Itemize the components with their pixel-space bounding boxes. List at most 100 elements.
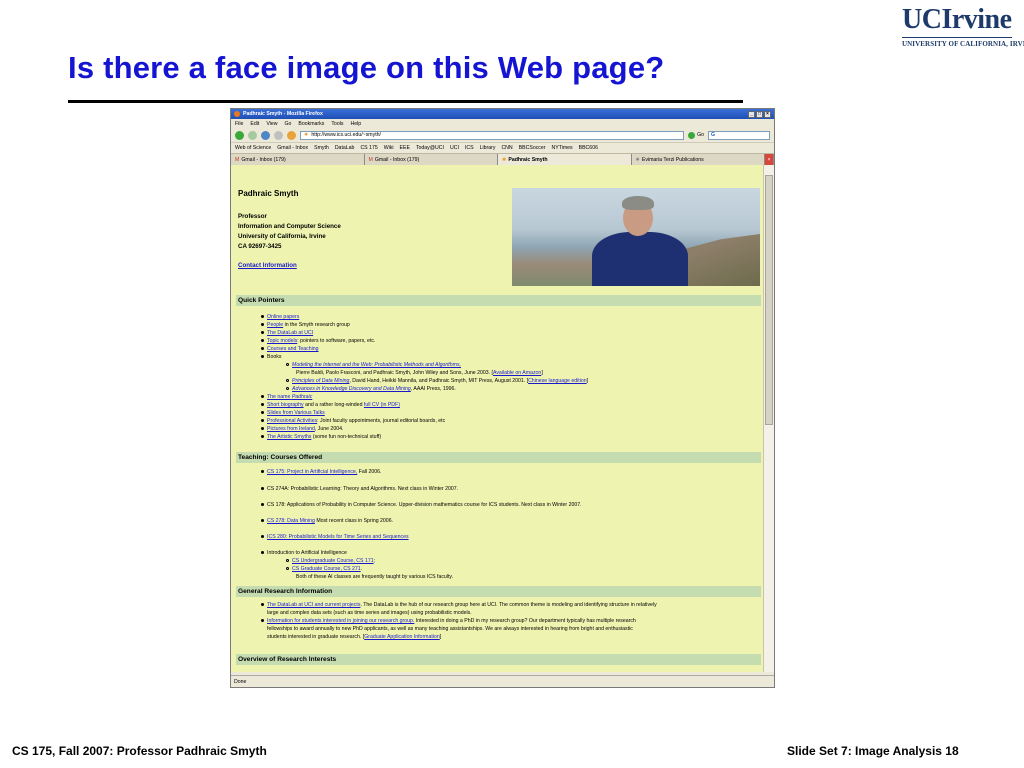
- bookmark-item[interactable]: BBCSoccer: [519, 145, 546, 151]
- slide-title: Is there a face image on this Web page?: [68, 50, 665, 85]
- search-box[interactable]: G: [708, 130, 770, 140]
- tab-label: Gmail - Inbox (179): [241, 157, 286, 163]
- address-line: CA 92697-3425: [238, 243, 282, 250]
- bookmark-item[interactable]: Library: [480, 145, 496, 151]
- list-item: Modeling the Internet and the Web: Proba…: [286, 362, 461, 370]
- menu-bar: File Edit View Go Bookmarks Tools Help: [231, 119, 774, 128]
- status-bar: Done: [231, 675, 774, 687]
- page-content: Padhraic Smyth Professor Information and…: [231, 165, 763, 672]
- page-heading: Padhraic Smyth: [238, 189, 299, 198]
- home-icon[interactable]: [287, 130, 296, 140]
- bookmark-item[interactable]: NYTimes: [552, 145, 573, 151]
- section-quick-pointers: Quick Pointers: [236, 295, 761, 306]
- list-item: Short biography and a rather long-winded…: [261, 402, 400, 410]
- menu-edit[interactable]: Edit: [250, 121, 259, 127]
- go-icon: [688, 131, 696, 139]
- tab-label: Gmail - Inbox (179): [374, 157, 420, 163]
- window-controls: _ □ ×: [748, 110, 771, 118]
- menu-file[interactable]: File: [235, 121, 243, 127]
- gmail-icon: M: [235, 157, 240, 163]
- list-item: The DataLab at UCI: [261, 330, 313, 338]
- back-icon[interactable]: [235, 130, 244, 140]
- list-item: CS 274A: Probabilistic Learning: Theory …: [261, 486, 458, 494]
- bookmark-item[interactable]: Wiki: [384, 145, 394, 151]
- bookmark-item[interactable]: DataLab: [335, 145, 355, 151]
- list-item: The name Padhraic: [261, 394, 312, 402]
- list-item: CS 178: Applications of Probability in C…: [261, 502, 582, 510]
- gmail-icon: M: [368, 157, 373, 163]
- list-item: Information for students interested in j…: [261, 618, 636, 626]
- status-text: Done: [234, 678, 247, 685]
- face-photo: [512, 188, 760, 286]
- forward-icon[interactable]: [248, 130, 257, 140]
- browser-screenshot: Padhraic Smyth - Mozilla Firefox _ □ × F…: [230, 108, 775, 688]
- list-item: Courses and Teaching: [261, 346, 319, 354]
- menu-view[interactable]: View: [266, 121, 277, 127]
- section-teaching: Teaching: Courses Offered: [236, 452, 761, 463]
- list-item: Books: [261, 354, 281, 362]
- list-item: CS 175: Project in Artificial Intelligen…: [261, 469, 381, 477]
- firefox-icon: [234, 111, 240, 117]
- list-item: CS 278: Data Mining Most recent class in…: [261, 518, 393, 526]
- maximize-icon[interactable]: □: [756, 110, 763, 118]
- logo-divider: [902, 37, 1012, 38]
- url-text: http://www.ics.uci.edu/~smyth/: [311, 132, 381, 138]
- list-item: CS Graduate Course, CS 271.: [286, 566, 362, 574]
- tab-label: Evimaria Terzi Publications: [641, 157, 704, 163]
- site-icon: ✹: [635, 157, 640, 163]
- site-icon: ✸: [304, 132, 309, 138]
- contact-block: Professor Information and Computer Scien…: [238, 212, 341, 252]
- bookmark-item[interactable]: ICS: [465, 145, 474, 151]
- list-item: Slides from Various Talks: [261, 410, 325, 418]
- list-item: Both of these AI classes are frequently …: [296, 574, 454, 580]
- bookmark-item[interactable]: BBC606: [579, 145, 598, 151]
- list-item: The DataLab at UCI and current projects.…: [261, 602, 657, 610]
- bookmark-item[interactable]: Gmail - Inbox: [277, 145, 308, 151]
- list-item: students interested in graduate research…: [267, 634, 442, 640]
- contact-information-link[interactable]: Contact Information: [238, 262, 297, 269]
- logo-subtitle: UNIVERSITY OF CALIFORNIA, IRVINE: [902, 40, 1024, 48]
- list-item: Pictures from Ireland, June 2004.: [261, 426, 343, 434]
- list-item: fellowships to award annually to new PhD…: [267, 626, 633, 632]
- reload-icon[interactable]: [261, 130, 270, 140]
- go-label: Go: [697, 132, 704, 138]
- navigation-toolbar: ✸ http://www.ics.uci.edu/~smyth/ Go G: [231, 128, 774, 142]
- stop-icon[interactable]: [274, 130, 283, 140]
- uci-logo: UCIrvine UNIVERSITY OF CALIFORNIA, IRVIN…: [902, 4, 1024, 48]
- bookmark-item[interactable]: Web of Science: [235, 145, 271, 151]
- url-bar[interactable]: ✸ http://www.ics.uci.edu/~smyth/: [300, 130, 685, 140]
- bookmark-item[interactable]: CNN: [501, 145, 512, 151]
- logo-wordmark: UCIrvine: [902, 4, 1012, 35]
- list-item: CS Undergraduate Course, CS 171;: [286, 558, 375, 566]
- list-item: ICS 280: Probabilistic Models for Time S…: [261, 534, 409, 542]
- list-item: Principles of Data Mining, David Hand, H…: [286, 378, 588, 386]
- title-underline: [68, 100, 743, 103]
- bookmarks-toolbar: Web of Science Gmail - Inbox Smyth DataL…: [231, 142, 774, 153]
- bookmark-item[interactable]: Today@UCI: [416, 145, 444, 151]
- menu-bookmarks[interactable]: Bookmarks: [298, 121, 324, 127]
- minimize-icon[interactable]: _: [748, 110, 755, 118]
- go-button[interactable]: Go: [688, 131, 704, 139]
- list-item: People in the Smyth research group: [261, 322, 350, 330]
- tab-label: Padhraic Smyth: [508, 157, 548, 163]
- bookmark-item[interactable]: UCI: [450, 145, 459, 151]
- scroll-thumb[interactable]: [765, 175, 773, 425]
- university-line: University of California, Irvine: [238, 233, 326, 240]
- title-line: Professor: [238, 213, 267, 220]
- close-icon[interactable]: ×: [764, 110, 771, 118]
- menu-help[interactable]: Help: [350, 121, 361, 127]
- list-item: Introduction to Artificial Intelligence: [261, 550, 347, 558]
- bookmark-item[interactable]: CS 175: [360, 145, 377, 151]
- list-item: Topic models: pointers to software, pape…: [261, 338, 375, 346]
- menu-tools[interactable]: Tools: [331, 121, 343, 127]
- vertical-scrollbar[interactable]: [763, 165, 774, 672]
- list-item: Advances in Knowledge Discovery and Data…: [286, 386, 456, 394]
- section-overview: Overview of Research Interests: [236, 654, 761, 665]
- menu-go[interactable]: Go: [284, 121, 291, 127]
- window-title: Padhraic Smyth - Mozilla Firefox: [243, 111, 323, 117]
- footer-slide-number: Slide Set 7: Image Analysis 18: [787, 744, 959, 758]
- bookmark-item[interactable]: Smyth: [314, 145, 329, 151]
- list-item: Online papers: [261, 314, 299, 322]
- section-research: General Research Information: [236, 586, 761, 597]
- bookmark-item[interactable]: EEE: [400, 145, 410, 151]
